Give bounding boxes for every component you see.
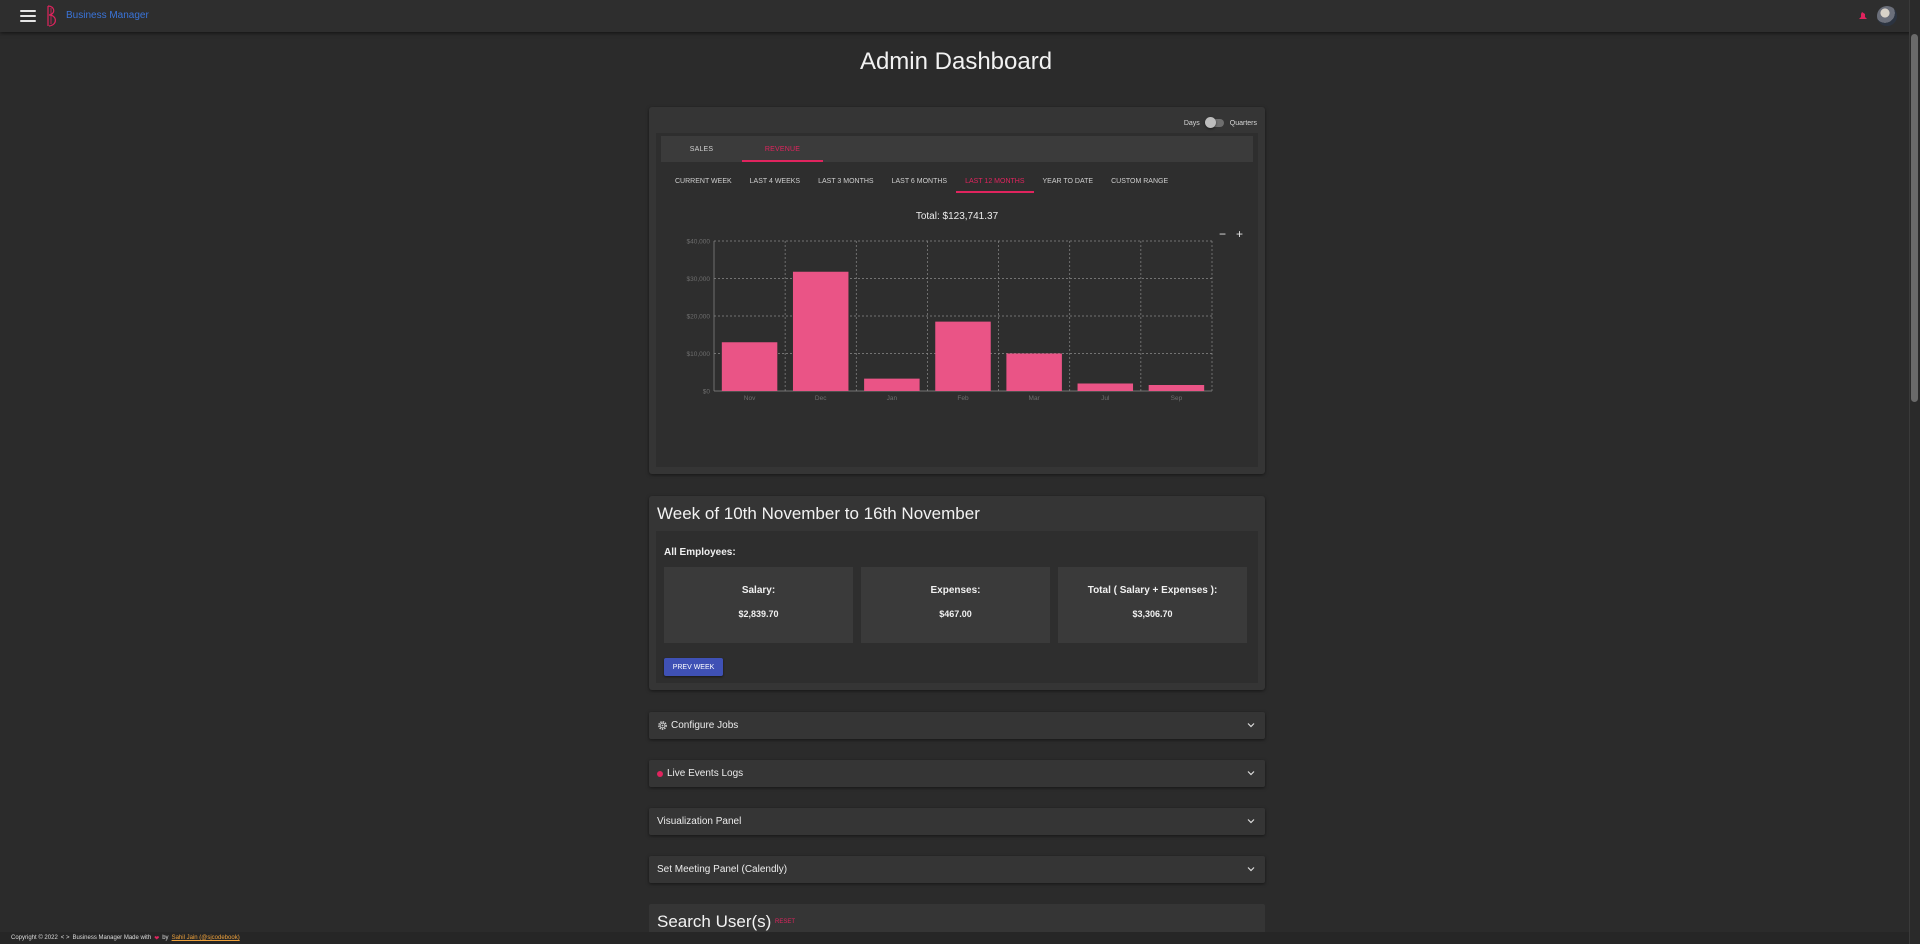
chevron-down-icon [1247, 771, 1255, 776]
author-link[interactable]: Sahil Jain (@sjcodebook) [172, 935, 240, 941]
code-icon: < > [60, 935, 70, 941]
x-tick-label: Mar [1029, 395, 1041, 402]
accordion-label: Live Events Logs [657, 768, 743, 779]
brand-name[interactable]: Business Manager [66, 10, 149, 21]
page-scrollbar[interactable] [1909, 0, 1920, 944]
y-tick-label: $20,000 [687, 314, 711, 321]
made-with-text: Business Manager Made with [72, 935, 152, 941]
gear-icon [658, 721, 667, 730]
x-tick-label: Jan [887, 395, 898, 402]
copyright-text: Copyright © 2022 [11, 935, 58, 941]
x-tick-label: Jul [1101, 395, 1110, 402]
accordion-label: Set Meeting Panel (Calendly) [657, 864, 787, 875]
y-tick-label: $30,000 [687, 276, 711, 283]
footer: Copyright © 2022 < > Business Manager Ma… [0, 932, 1909, 944]
chevron-down-icon [1247, 867, 1255, 872]
hamburger-menu-icon[interactable] [20, 10, 36, 22]
user-avatar[interactable] [1877, 6, 1897, 26]
page-title: Admin Dashboard [859, 48, 1053, 75]
scrollbar-thumb[interactable] [1911, 34, 1918, 402]
search-users-title: Search User(s) [657, 912, 772, 931]
salary-label: Salary: [741, 585, 776, 596]
toggle-label-quarters: Quarters [1229, 119, 1257, 127]
bar-feb [935, 321, 991, 391]
app-bar: Business Manager [0, 0, 1920, 32]
bar-mar [1006, 353, 1062, 391]
salary-stat: Salary: $2,839.70 [664, 567, 853, 643]
live-events-label: Live Events Logs [667, 768, 744, 779]
x-tick-label: Feb [957, 395, 969, 402]
total-stat: Total ( Salary + Expenses ): $3,306.70 [1058, 567, 1247, 643]
set-meeting-label: Set Meeting Panel (Calendly) [657, 864, 788, 875]
y-tick-label: $10,000 [687, 351, 711, 358]
expenses-label: Expenses: [930, 585, 981, 596]
prev-week-button[interactable]: PREV WEEK [664, 658, 723, 676]
chevron-down-icon [1247, 723, 1255, 728]
revenue-card: Days Quarters SALES REVENUE CURRENT WEEK… [649, 107, 1265, 474]
x-tick-label: Nov [744, 395, 756, 402]
days-quarters-switch[interactable] [1204, 117, 1224, 128]
x-tick-label: Sep [1171, 395, 1183, 402]
y-tick-label: $40,000 [687, 239, 711, 246]
live-dot-icon [657, 770, 663, 777]
by-text: by [162, 935, 169, 941]
employees-heading: All Employees: [664, 547, 736, 558]
notification-icon[interactable] [1858, 11, 1868, 21]
chevron-down-icon [1247, 819, 1255, 824]
y-tick-label: $0 [703, 389, 711, 396]
weekly-summary-card: Week of 10th November to 16th November A… [649, 496, 1265, 690]
accordion-live-events-logs[interactable]: Live Events Logs [649, 760, 1265, 787]
reset-link[interactable]: RESET [775, 919, 795, 925]
heart-icon: ❤ [154, 935, 160, 942]
salary-value: $2,839.70 [738, 609, 779, 619]
accordion-set-meeting-panel[interactable]: Set Meeting Panel (Calendly) [649, 856, 1265, 883]
configure-jobs-label: Configure Jobs [671, 720, 739, 731]
chart-panel: SALES REVENUE CURRENT WEEK LAST 4 WEEKS … [656, 133, 1258, 467]
period-toggle: Days Quarters [1183, 117, 1257, 128]
total-value: $3,306.70 [1132, 609, 1173, 619]
revenue-bar-chart: $0 $10,000 $20,000 $30,000 $40,000 Nov Dec Jan F… [687, 239, 1213, 402]
bar-dec [792, 271, 849, 391]
accordion-label: Configure Jobs [657, 720, 738, 731]
toggle-label-days: Days [1183, 119, 1200, 127]
accordion-configure-jobs[interactable]: Configure Jobs [649, 712, 1265, 739]
visualization-panel-label: Visualization Panel [657, 816, 742, 827]
bar-sep [1148, 385, 1205, 391]
bar-jul [1077, 383, 1134, 391]
total-label: Total ( Salary + Expenses ): [1087, 585, 1218, 596]
b-logo-icon[interactable] [46, 5, 60, 27]
accordion-visualization-panel[interactable]: Visualization Panel [649, 808, 1265, 835]
bar-nov [721, 342, 778, 391]
expenses-stat: Expenses: $467.00 [861, 567, 1050, 643]
accordion-label: Visualization Panel [657, 816, 741, 827]
week-title: Week of 10th November to 16th November [657, 504, 980, 523]
x-tick-label: Dec [815, 395, 827, 402]
weekly-summary-panel: All Employees: Salary: $2,839.70 Expense… [656, 531, 1258, 683]
expenses-value: $467.00 [939, 609, 972, 619]
bar-jan [864, 378, 920, 391]
